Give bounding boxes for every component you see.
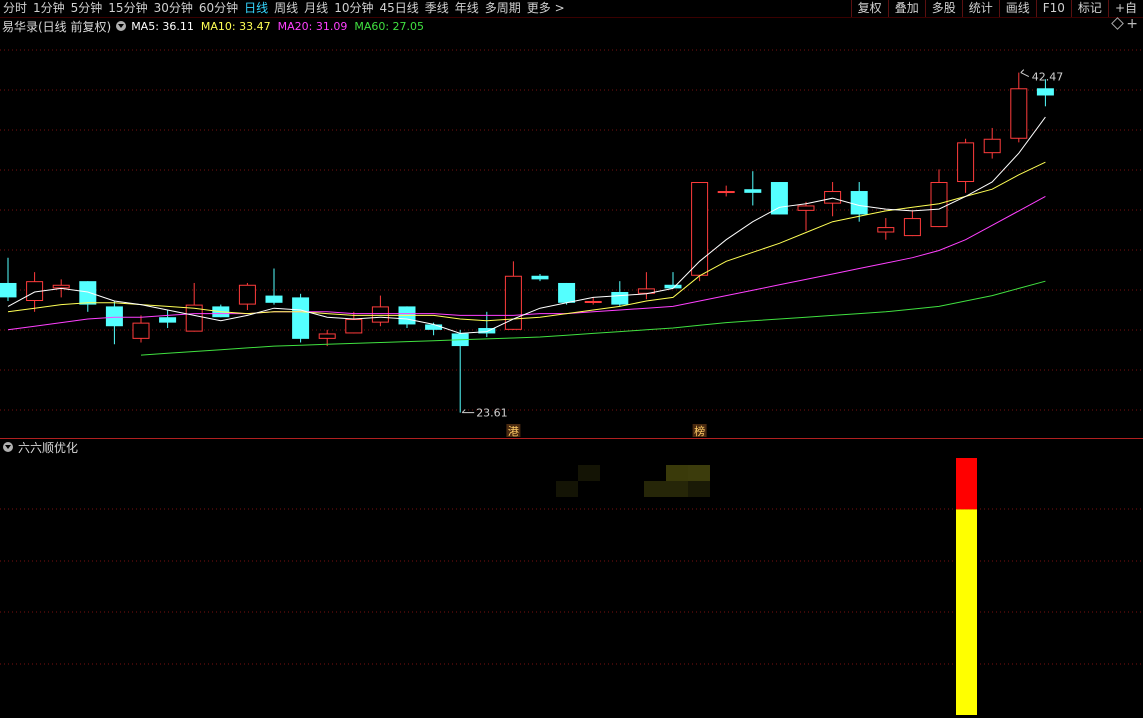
indicator-bar-body	[956, 509, 977, 715]
indicator-header: 六六顺优化	[0, 439, 78, 455]
ma60-line	[140, 280, 1046, 356]
candle-body-up	[877, 227, 895, 233]
candle-body-down	[105, 306, 123, 327]
candle-body-up	[797, 205, 815, 211]
candle-body-up	[584, 300, 602, 303]
kline-chart[interactable]: 42.47 23.61港 榜	[0, 0, 1143, 718]
candle-body-down	[292, 297, 310, 339]
candle-body-down	[425, 324, 443, 330]
indicator-block	[644, 481, 666, 497]
candle-body-down	[0, 282, 17, 298]
indicator-title: 六六顺优化	[18, 440, 79, 455]
high-arrow-icon	[1020, 69, 1030, 78]
indicator-block	[666, 465, 688, 481]
candle-body-up	[345, 319, 363, 334]
candle-body-up	[717, 191, 735, 194]
ma5-line	[7, 116, 1046, 334]
candle-body-up	[1010, 88, 1028, 139]
indicator-block	[556, 481, 578, 497]
candle-body-up	[318, 333, 336, 339]
candle-body-up	[957, 142, 975, 183]
ma20-line	[7, 195, 1046, 331]
candle-body-down	[79, 281, 97, 305]
candle-body-down	[558, 282, 576, 303]
candle-body-up	[983, 138, 1001, 154]
candle-body-down	[770, 182, 788, 215]
indicator-block	[666, 481, 688, 497]
candle-body-down	[744, 189, 762, 193]
ma10-line	[7, 161, 1046, 322]
low-price-label: 23.61	[476, 407, 508, 420]
event-marker-label: 港	[508, 425, 519, 438]
indicator-block	[688, 481, 710, 497]
candle-body-down	[159, 317, 177, 323]
high-price-label: 42.47	[1032, 71, 1064, 84]
candle-body-down	[611, 291, 629, 305]
candle-body-down	[265, 295, 283, 303]
indicator-block	[688, 465, 710, 481]
candle-body-up	[903, 218, 921, 237]
candle-body-down	[531, 275, 549, 280]
indicator-bar-top	[956, 458, 977, 510]
candle-body-up	[132, 322, 150, 339]
candle-body-down	[1036, 88, 1054, 96]
candle-body-up	[238, 284, 256, 305]
indicator-toggle-icon[interactable]	[3, 442, 13, 452]
candle-body-up	[52, 284, 70, 289]
candle-body-up	[371, 306, 389, 323]
candle-body-up	[824, 191, 842, 204]
event-marker-label: 榜	[694, 424, 705, 438]
candle-body-down	[850, 191, 868, 215]
indicator-block	[578, 465, 600, 481]
